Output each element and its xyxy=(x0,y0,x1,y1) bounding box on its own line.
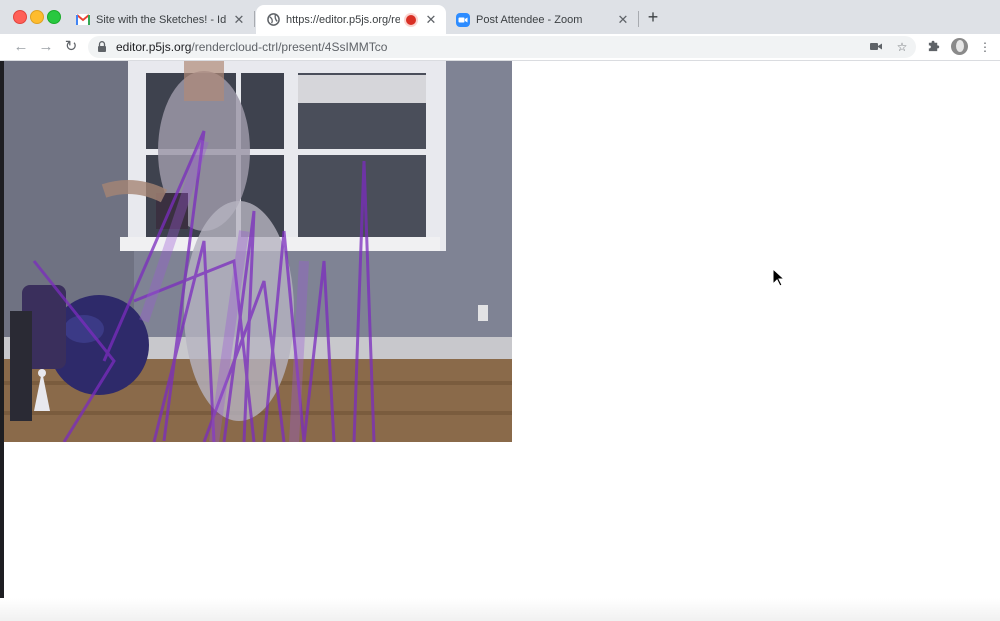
address-bar[interactable]: editor.p5js.org/rendercloud-ctrl/present… xyxy=(88,36,916,58)
close-tab-icon[interactable]: ✕ xyxy=(232,12,246,27)
lock-icon xyxy=(98,41,106,52)
url-host: editor.p5js.org xyxy=(116,40,192,54)
minimize-window-button[interactable] xyxy=(30,10,44,24)
tab-divider xyxy=(638,11,639,27)
tab-gmail[interactable]: Site with the Sketches! - Ideca ✕ xyxy=(66,5,254,34)
menu-kebab-icon[interactable]: ⋮ xyxy=(977,39,993,55)
recording-icon xyxy=(404,12,418,27)
tab-title: https://editor.p5js.org/renc xyxy=(286,13,400,26)
close-tab-icon[interactable]: ✕ xyxy=(616,12,630,27)
p5-video-canvas[interactable] xyxy=(4,61,512,442)
tab-divider xyxy=(254,11,255,27)
new-tab-button[interactable]: + xyxy=(644,8,662,26)
back-button[interactable]: ← xyxy=(12,38,30,56)
tab-zoom[interactable]: Post Attendee - Zoom ✕ xyxy=(446,5,638,34)
mouse-cursor-icon xyxy=(772,268,786,287)
tab-title: Post Attendee - Zoom xyxy=(476,13,583,26)
globe-icon xyxy=(266,13,280,27)
close-tab-icon[interactable]: ✕ xyxy=(424,12,438,27)
browser-toolbar: ← → ↻ editor.p5js.org/rendercloud-ctrl/p… xyxy=(0,34,1000,61)
profile-avatar[interactable] xyxy=(951,38,968,55)
bookmark-star-icon[interactable]: ☆ xyxy=(894,39,910,55)
forward-button[interactable]: → xyxy=(37,38,55,56)
zoom-icon xyxy=(456,12,470,27)
page-bottom xyxy=(0,598,1000,621)
url-path: /rendercloud-ctrl/present/4SsIMMTco xyxy=(191,40,388,54)
extensions-icon[interactable] xyxy=(925,39,941,55)
tab-p5js[interactable]: https://editor.p5js.org/renc ✕ xyxy=(256,5,446,34)
close-window-button[interactable] xyxy=(13,10,27,24)
fullscreen-window-button[interactable] xyxy=(47,10,61,24)
url-text: editor.p5js.org/rendercloud-ctrl/present… xyxy=(116,40,387,54)
reload-button[interactable]: ↻ xyxy=(62,38,80,56)
gmail-icon xyxy=(76,13,90,27)
webcam-frame-graphic xyxy=(4,61,512,442)
tab-strip: Site with the Sketches! - Ideca ✕ https:… xyxy=(0,0,1000,34)
tab-title: Site with the Sketches! - Ideca xyxy=(96,13,226,26)
camera-icon[interactable] xyxy=(868,39,884,55)
